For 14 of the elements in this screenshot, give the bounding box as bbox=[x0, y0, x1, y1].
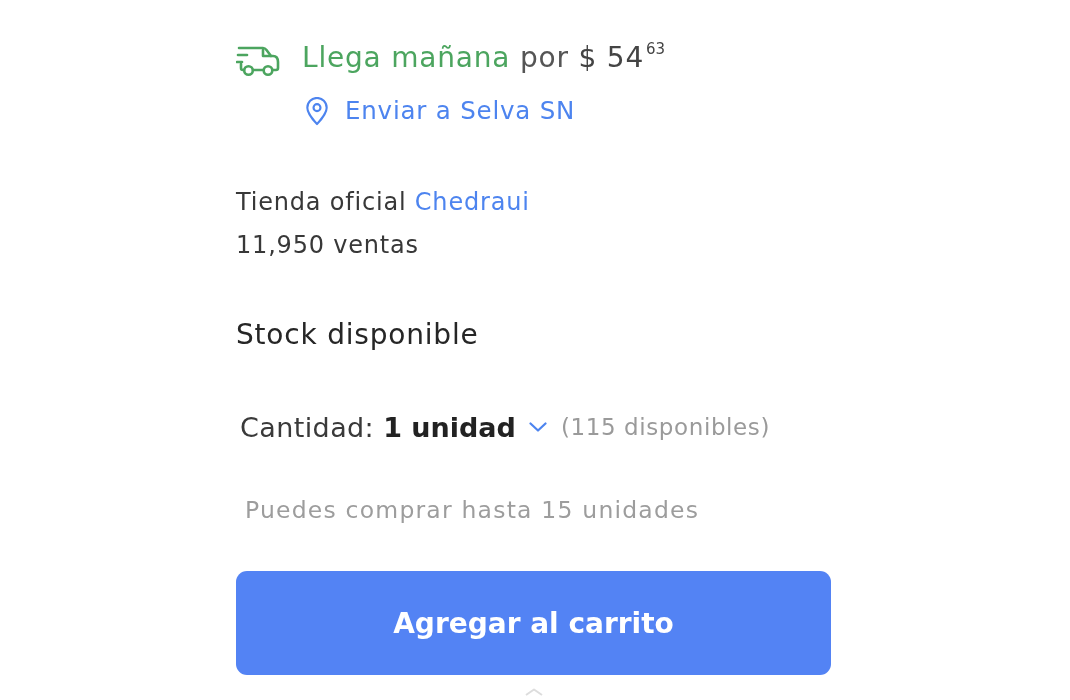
delivery-text: Llega mañana por $ 54$^{63}$ bbox=[302, 39, 666, 76]
shipping-address-link[interactable]: Enviar a Selva SN bbox=[305, 94, 576, 128]
caret-icon bbox=[528, 422, 547, 432]
add-to-cart-button[interactable]: Agregar al carrito bbox=[236, 571, 831, 675]
store-link[interactable]: Chedraui bbox=[414, 188, 530, 216]
seller-text: Tienda oficial Chedraui bbox=[236, 187, 530, 218]
purchase-limit-text: Puedes comprar hasta 15 unidades bbox=[245, 495, 700, 526]
location-pin-icon bbox=[305, 96, 329, 126]
chevron-up-icon bbox=[523, 688, 544, 696]
available-count-text: (115 disponibles) bbox=[560, 414, 770, 440]
quantity-label: Cantidad: bbox=[240, 411, 375, 443]
quantity-dropdown[interactable]: 1 unidad bbox=[383, 411, 547, 443]
stock-title: Stock disponible bbox=[236, 317, 479, 353]
sales-count-text: 11,950 ventas bbox=[236, 230, 420, 261]
